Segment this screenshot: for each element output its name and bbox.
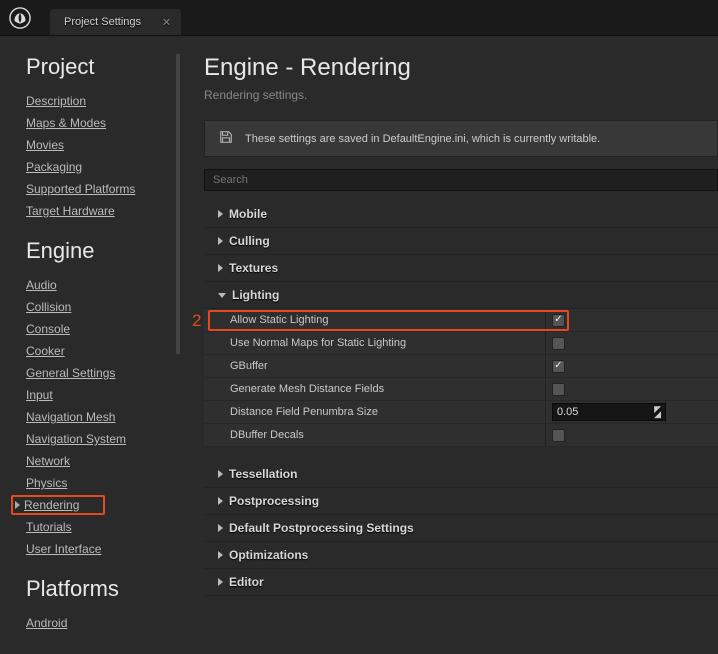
number-value: 0.05 bbox=[557, 406, 578, 418]
chevron-right-icon bbox=[218, 210, 223, 218]
prop-gbuffer: GBuffer ✓ bbox=[204, 355, 718, 378]
chevron-down-icon bbox=[218, 293, 226, 298]
sidebar-item-collision[interactable]: Collision bbox=[26, 296, 71, 318]
prop-df-penumbra-size: Distance Field Penumbra Size 0.05 ◤◢ bbox=[204, 401, 718, 424]
chevron-right-icon bbox=[218, 497, 223, 505]
chevron-right-icon bbox=[218, 524, 223, 532]
sidebar-item-audio[interactable]: Audio bbox=[26, 274, 57, 296]
annotation-callout-2: 2 bbox=[192, 311, 201, 331]
category-label: Mobile bbox=[229, 207, 267, 221]
sidebar-item-physics[interactable]: Physics bbox=[26, 472, 67, 494]
category-label: Culling bbox=[229, 234, 270, 248]
info-text: These settings are saved in DefaultEngin… bbox=[245, 133, 600, 145]
close-icon[interactable]: ✕ bbox=[162, 16, 171, 29]
sidebar-item-network[interactable]: Network bbox=[26, 450, 70, 472]
checkbox-dbuffer-decals[interactable] bbox=[552, 429, 565, 442]
chevron-right-icon bbox=[218, 551, 223, 559]
chevron-right-icon bbox=[218, 237, 223, 245]
category-label: Textures bbox=[229, 261, 278, 275]
category-mobile[interactable]: Mobile bbox=[204, 201, 718, 228]
sidebar-section-engine: Engine bbox=[26, 238, 186, 264]
content: Project Description Maps & Modes Movies … bbox=[0, 35, 718, 654]
sidebar-item-maps-modes[interactable]: Maps & Modes bbox=[26, 112, 106, 134]
search-input[interactable] bbox=[204, 169, 718, 191]
chevron-right-icon bbox=[218, 264, 223, 272]
sidebar-item-rendering-row: Rendering bbox=[26, 494, 186, 516]
lighting-properties: Allow Static Lighting ✓ Use Normal Maps … bbox=[204, 309, 718, 447]
save-icon bbox=[219, 130, 233, 147]
unreal-logo-icon bbox=[0, 0, 40, 35]
sidebar: Project Description Maps & Modes Movies … bbox=[0, 36, 186, 654]
prop-dbuffer-decals: DBuffer Decals bbox=[204, 424, 718, 447]
category-textures[interactable]: Textures bbox=[204, 255, 718, 282]
sidebar-item-packaging[interactable]: Packaging bbox=[26, 156, 82, 178]
prop-label: Use Normal Maps for Static Lighting bbox=[204, 332, 546, 354]
category-label: Postprocessing bbox=[229, 494, 319, 508]
prop-label: DBuffer Decals bbox=[204, 424, 546, 446]
sidebar-item-android[interactable]: Android bbox=[26, 612, 67, 634]
category-label: Lighting bbox=[232, 288, 279, 302]
sidebar-item-navigation-mesh[interactable]: Navigation Mesh bbox=[26, 406, 115, 428]
category-postprocessing[interactable]: Postprocessing bbox=[204, 488, 718, 515]
sidebar-item-cooker[interactable]: Cooker bbox=[26, 340, 65, 362]
number-field-penumbra[interactable]: 0.05 ◤◢ bbox=[552, 403, 666, 421]
prop-label: Distance Field Penumbra Size bbox=[204, 401, 546, 423]
sidebar-item-tutorials[interactable]: Tutorials bbox=[26, 516, 72, 538]
category-lighting[interactable]: Lighting bbox=[204, 282, 718, 309]
prop-allow-static-lighting: Allow Static Lighting ✓ bbox=[204, 309, 718, 332]
tab-project-settings[interactable]: Project Settings ✕ bbox=[50, 9, 181, 35]
checkbox-allow-static-lighting[interactable]: ✓ bbox=[552, 314, 565, 327]
category-tessellation[interactable]: Tessellation bbox=[204, 461, 718, 488]
category-optimizations[interactable]: Optimizations bbox=[204, 542, 718, 569]
info-bar: These settings are saved in DefaultEngin… bbox=[204, 120, 718, 157]
sidebar-item-console[interactable]: Console bbox=[26, 318, 70, 340]
main-panel: Engine - Rendering Rendering settings. T… bbox=[186, 36, 718, 654]
category-label: Editor bbox=[229, 575, 264, 589]
checkbox-use-normal-maps[interactable] bbox=[552, 337, 565, 350]
sidebar-section-platforms: Platforms bbox=[26, 576, 186, 602]
sidebar-section-project: Project bbox=[26, 54, 186, 80]
sidebar-item-input[interactable]: Input bbox=[26, 384, 53, 406]
page-title: Engine - Rendering bbox=[204, 54, 718, 82]
categories: Mobile Culling Textures Lighting Allow S… bbox=[204, 201, 718, 596]
category-label: Optimizations bbox=[229, 548, 308, 562]
category-label: Tessellation bbox=[229, 467, 297, 481]
chevron-right-icon bbox=[218, 578, 223, 586]
prop-generate-mesh-df: Generate Mesh Distance Fields bbox=[204, 378, 718, 401]
sidebar-item-supported-platforms[interactable]: Supported Platforms bbox=[26, 178, 135, 200]
sidebar-item-navigation-system[interactable]: Navigation System bbox=[26, 428, 126, 450]
chevron-right-icon bbox=[15, 501, 20, 509]
chevron-right-icon bbox=[218, 470, 223, 478]
category-default-postprocessing[interactable]: Default Postprocessing Settings bbox=[204, 515, 718, 542]
category-editor[interactable]: Editor bbox=[204, 569, 718, 596]
search-container bbox=[204, 169, 718, 191]
titlebar: Project Settings ✕ bbox=[0, 0, 718, 35]
prop-use-normal-maps: Use Normal Maps for Static Lighting bbox=[204, 332, 718, 355]
page-subtitle: Rendering settings. bbox=[204, 88, 718, 102]
category-label: Default Postprocessing Settings bbox=[229, 521, 414, 535]
sidebar-item-rendering[interactable]: Rendering bbox=[24, 494, 79, 516]
category-culling[interactable]: Culling bbox=[204, 228, 718, 255]
spinner-arrows-icon[interactable]: ◤◢ bbox=[654, 407, 661, 418]
prop-label: GBuffer bbox=[204, 355, 546, 377]
sidebar-item-movies[interactable]: Movies bbox=[26, 134, 64, 156]
tab-label: Project Settings bbox=[64, 16, 141, 28]
checkbox-gbuffer[interactable]: ✓ bbox=[552, 360, 565, 373]
sidebar-item-description[interactable]: Description bbox=[26, 90, 86, 112]
checkbox-generate-mesh-df[interactable] bbox=[552, 383, 565, 396]
prop-label: Allow Static Lighting bbox=[204, 309, 546, 331]
sidebar-item-target-hardware[interactable]: Target Hardware bbox=[26, 200, 115, 222]
sidebar-item-user-interface[interactable]: User Interface bbox=[26, 538, 101, 560]
prop-label: Generate Mesh Distance Fields bbox=[204, 378, 546, 400]
sidebar-item-general-settings[interactable]: General Settings bbox=[26, 362, 115, 384]
